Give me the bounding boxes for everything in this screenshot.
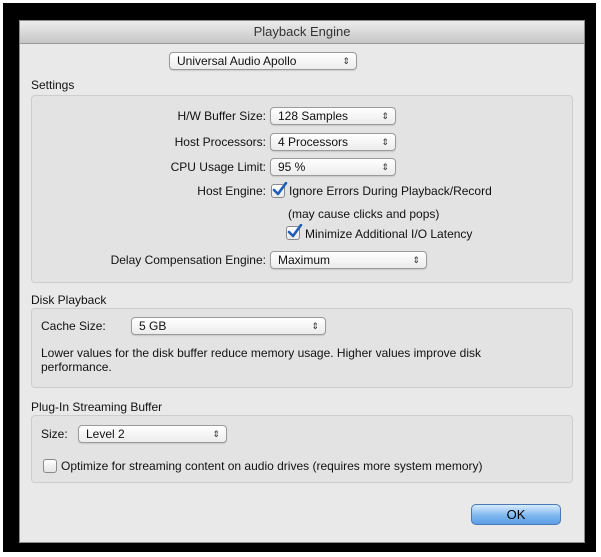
cache-size-label: Cache Size: — [41, 319, 106, 333]
optimize-streaming-label: Optimize for streaming content on audio … — [61, 459, 483, 473]
host-engine-label: Host Engine: — [197, 184, 266, 198]
host-processors-value: 4 Processors — [278, 135, 349, 149]
popup-arrows-icon: ⇕ — [342, 56, 350, 66]
playback-device-popup[interactable]: Universal Audio Apollo ⇕ — [169, 52, 357, 70]
delay-comp-value: Maximum — [278, 253, 331, 267]
popup-arrows-icon: ⇕ — [311, 321, 319, 331]
ignore-errors-checkbox[interactable] — [271, 182, 288, 198]
minimize-latency-label: Minimize Additional I/O Latency — [305, 227, 473, 241]
hw-buffer-value: 128 Samples — [278, 109, 349, 123]
host-processors-label: Host Processors: — [174, 135, 266, 149]
check-icon — [287, 224, 303, 238]
cache-size-popup[interactable]: 5 GB ⇕ — [131, 317, 326, 335]
hw-buffer-popup[interactable]: 128 Samples ⇕ — [270, 107, 396, 125]
popup-arrows-icon: ⇕ — [212, 429, 220, 439]
plugin-size-value: Level 2 — [86, 427, 125, 441]
disk-description: Lower values for the disk buffer reduce … — [41, 346, 481, 374]
playback-engine-dialog: Playback Engine Universal Audio Apollo ⇕… — [19, 20, 585, 543]
delay-comp-label: Delay Compensation Engine: — [110, 253, 266, 267]
cpu-limit-popup[interactable]: 95 % ⇕ — [270, 158, 396, 176]
settings-header: Settings — [31, 78, 75, 92]
cpu-limit-value: 95 % — [278, 160, 306, 174]
cache-size-value: 5 GB — [139, 319, 167, 333]
cpu-limit-label: CPU Usage Limit: — [170, 160, 266, 174]
plugin-size-label: Size: — [41, 427, 68, 441]
hw-buffer-label: H/W Buffer Size: — [177, 109, 266, 123]
popup-arrows-icon: ⇕ — [381, 162, 389, 172]
ignore-errors-label: Ignore Errors During Playback/Record — [289, 184, 492, 198]
clicks-pops-note: (may cause clicks and pops) — [288, 207, 440, 221]
disk-playback-header: Disk Playback — [31, 293, 107, 307]
popup-arrows-icon: ⇕ — [381, 137, 389, 147]
plugin-size-popup[interactable]: Level 2 ⇕ — [78, 425, 227, 443]
popup-arrows-icon: ⇕ — [381, 111, 389, 121]
minimize-latency-checkbox[interactable] — [286, 224, 303, 240]
check-icon — [272, 182, 288, 196]
ok-button[interactable]: OK — [471, 504, 561, 525]
optimize-streaming-checkbox[interactable] — [43, 459, 57, 473]
plugin-buffer-header: Plug-In Streaming Buffer — [31, 400, 163, 414]
host-processors-popup[interactable]: 4 Processors ⇕ — [270, 133, 396, 151]
window-title: Playback Engine — [20, 21, 584, 44]
playback-device-value: Universal Audio Apollo — [177, 54, 297, 68]
delay-comp-popup[interactable]: Maximum ⇕ — [270, 251, 427, 269]
popup-arrows-icon: ⇕ — [412, 255, 420, 265]
